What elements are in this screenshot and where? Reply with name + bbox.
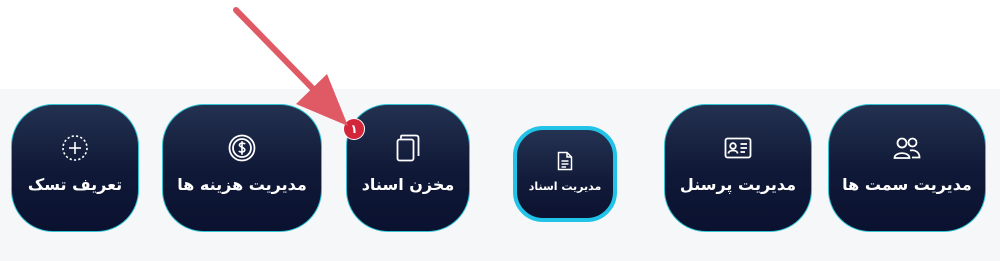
tile-personnel-management[interactable]: مدیریت پرسنل (664, 104, 812, 232)
dollar-coin-icon (228, 133, 256, 163)
id-card-icon (724, 133, 752, 163)
tile-label: مدیریت اسناد (528, 180, 602, 193)
users-icon (893, 133, 921, 163)
tile-expenses-management[interactable]: مدیریت هزینه ها (162, 104, 322, 232)
tile-documents-management[interactable]: مدیریت اسناد (513, 126, 617, 222)
document-icon (557, 148, 573, 174)
tile-roles-management[interactable]: مدیریت سمت ها (828, 104, 986, 232)
notification-badge: ۱ (344, 119, 364, 139)
tile-define-task[interactable]: تعریف تسک (11, 104, 139, 232)
files-icon (396, 133, 420, 163)
tile-label: مخزن اسناد (361, 175, 455, 194)
tile-document-repository[interactable]: مخزن اسناد (346, 104, 470, 232)
plus-circle-icon (61, 133, 89, 163)
tile-label: مدیریت پرسنل (679, 175, 797, 194)
tile-label: مدیریت سمت ها (842, 175, 972, 194)
tile-label: تعریف تسک (27, 175, 123, 194)
tile-label: مدیریت هزینه ها (177, 175, 307, 194)
